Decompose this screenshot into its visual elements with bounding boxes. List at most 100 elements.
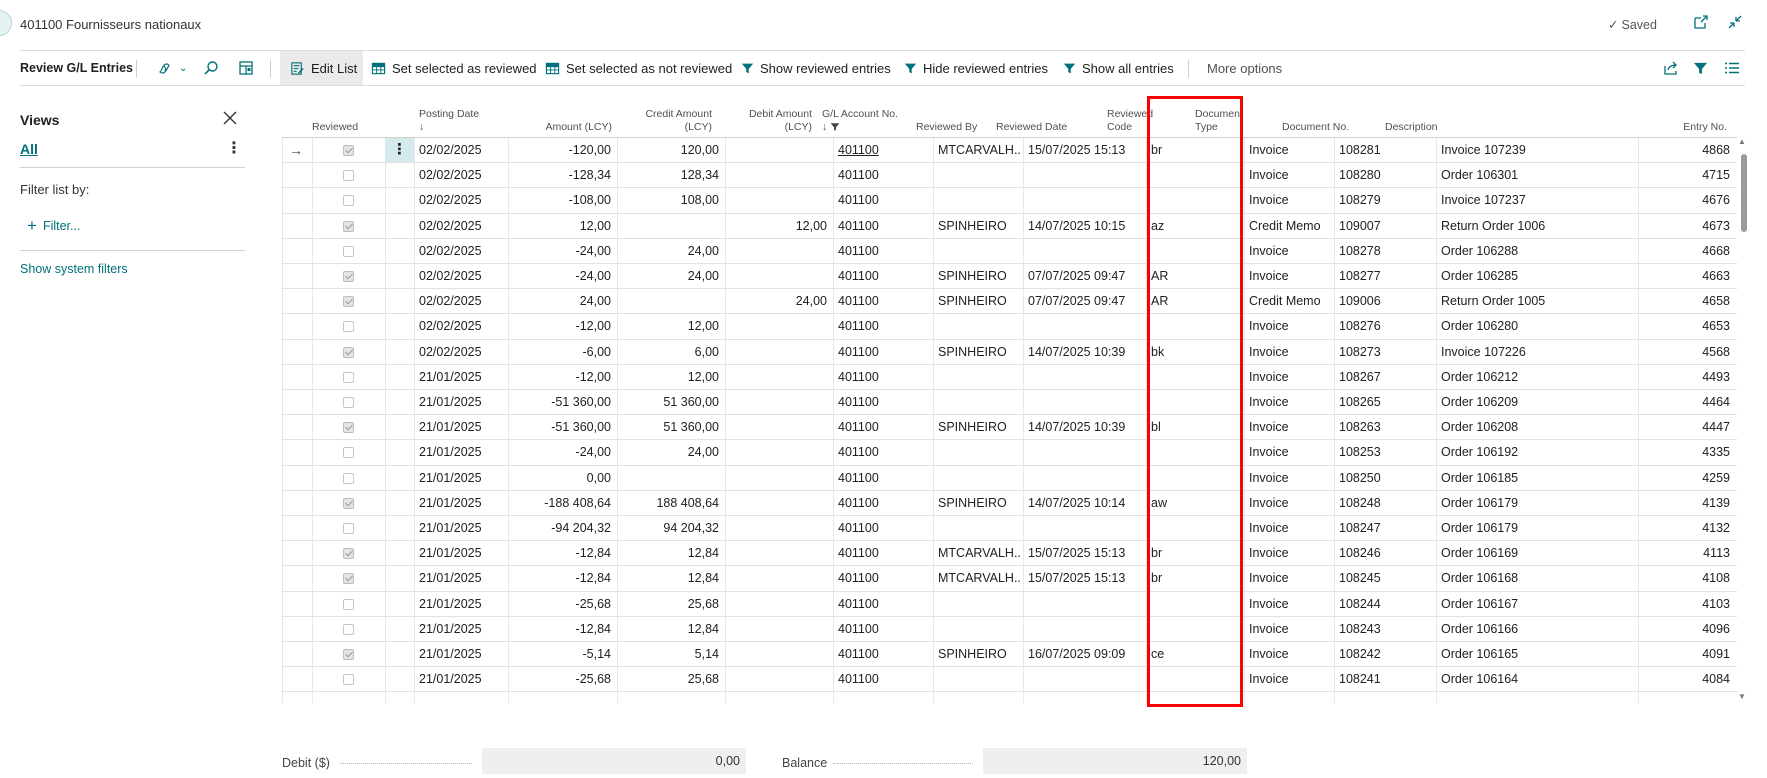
cell-reviewed-date[interactable] — [1028, 390, 1143, 415]
cell-description[interactable]: Return Order 1005 — [1441, 289, 1636, 314]
col-debit-amount[interactable]: Debit Amount (LCY) — [702, 94, 812, 138]
cell-credit-amount[interactable]: 12,84 — [617, 566, 719, 591]
cell-document-no[interactable]: 108250 — [1339, 466, 1434, 491]
cell-document-no[interactable]: 109006 — [1339, 289, 1434, 314]
cell-gl-account[interactable]: 401100 — [838, 592, 928, 617]
cell-description[interactable]: Invoice 107237 — [1441, 188, 1636, 213]
cell-amount[interactable]: -25,68 — [508, 592, 611, 617]
cell-credit-amount[interactable]: 51 360,00 — [617, 415, 719, 440]
cell-document-no[interactable]: 108245 — [1339, 566, 1434, 591]
show-all-entries-button[interactable]: Show all entries — [1063, 51, 1174, 85]
table-row[interactable]: 21/01/2025 0,00 401100 Invoice 108250 Order 1… — [282, 466, 1737, 491]
cell-entry-no[interactable]: 4113 — [1642, 541, 1730, 566]
col-reviewed[interactable]: Reviewed — [312, 94, 370, 138]
row-actions-icon[interactable]: ⋮ — [385, 138, 414, 163]
view-menu-icon[interactable]: ⋮ — [226, 138, 242, 158]
cell-reviewed-code[interactable]: aw — [1151, 491, 1241, 516]
reviewed-checkbox[interactable] — [343, 170, 354, 182]
cell-debit-amount[interactable] — [725, 239, 827, 264]
cell-document-no[interactable]: 108265 — [1339, 390, 1434, 415]
cell-reviewed-date[interactable]: 14/07/2025 10:39 — [1028, 340, 1143, 365]
cell-amount[interactable]: -12,00 — [508, 314, 611, 339]
cell-gl-account[interactable]: 401100 — [838, 617, 928, 642]
add-filter-link[interactable]: + Filter... — [27, 216, 80, 236]
set-selected-not-reviewed-button[interactable]: Set selected as not reviewed — [545, 51, 732, 85]
cell-reviewed-code[interactable] — [1151, 440, 1241, 465]
cell-amount[interactable]: -51 360,00 — [508, 415, 611, 440]
cell-credit-amount[interactable]: 94 204,32 — [617, 516, 719, 541]
cell-credit-amount[interactable]: 25,68 — [617, 592, 719, 617]
cell-credit-amount[interactable] — [617, 214, 719, 239]
cell-posting-date[interactable]: 02/02/2025 — [419, 340, 504, 365]
table-row[interactable]: 21/01/2025 -12,84 12,84 401100 MTCARVALH... 1… — [282, 566, 1737, 592]
cell-reviewed-by[interactable] — [938, 239, 1020, 264]
cell-credit-amount[interactable]: 24,00 — [617, 264, 719, 289]
cell-amount[interactable]: -5,14 — [508, 642, 612, 667]
cell-document-type[interactable]: Invoice — [1249, 365, 1333, 390]
cell-credit-amount[interactable]: 51 360,00 — [617, 390, 719, 415]
app-avatar-circle[interactable] — [0, 10, 12, 36]
cell-document-type[interactable]: Credit Memo — [1249, 289, 1333, 314]
cell-debit-amount[interactable] — [725, 365, 827, 390]
cell-reviewed-by[interactable]: SPINHEIRO — [938, 289, 1020, 314]
cell-reviewed-by[interactable] — [938, 516, 1020, 541]
cell-reviewed-by[interactable] — [938, 390, 1020, 415]
cell-posting-date[interactable]: 21/01/2025 — [419, 592, 504, 617]
table-row[interactable]: 21/01/2025 -24,00 24,00 401100 Invoice 108253… — [282, 440, 1737, 466]
cell-entry-no[interactable]: 4663 — [1642, 264, 1730, 289]
close-views-icon[interactable] — [222, 110, 238, 126]
table-row[interactable]: 21/01/2025 -5,14 5,14 401100 SPINHEIRO 16/07/… — [282, 642, 1737, 668]
col-reviewed-code[interactable]: Reviewed Code — [1107, 94, 1182, 138]
cell-debit-amount[interactable] — [725, 617, 827, 642]
reviewed-checkbox[interactable] — [343, 245, 354, 257]
cell-reviewed-by[interactable]: SPINHEIRO — [938, 491, 1020, 516]
cell-description[interactable]: Order 106185 — [1441, 466, 1636, 491]
cell-credit-amount[interactable]: 25,68 — [617, 667, 719, 692]
personalize-button[interactable] — [238, 51, 254, 85]
cell-credit-amount[interactable]: 128,34 — [617, 163, 719, 188]
cell-document-no[interactable]: 108248 — [1339, 491, 1434, 516]
cell-description[interactable]: Order 106212 — [1441, 365, 1636, 390]
cell-entry-no[interactable]: 4676 — [1642, 188, 1730, 213]
cell-document-type[interactable]: Invoice — [1249, 390, 1333, 415]
cell-reviewed-code[interactable]: az — [1151, 214, 1241, 239]
cell-reviewed-by[interactable]: SPINHEIRO — [938, 214, 1020, 239]
col-description[interactable]: Description — [1385, 94, 1495, 138]
cell-description[interactable]: Order 106165 — [1441, 642, 1636, 667]
cell-description[interactable]: Order 106179 — [1441, 491, 1636, 516]
cell-posting-date[interactable]: 21/01/2025 — [419, 415, 504, 440]
cell-reviewed-date[interactable] — [1028, 667, 1143, 692]
cell-debit-amount[interactable] — [725, 390, 827, 415]
cell-entry-no[interactable]: 4658 — [1642, 289, 1730, 314]
cell-amount[interactable]: -24,00 — [508, 264, 611, 289]
cell-entry-no[interactable]: 4673 — [1642, 214, 1730, 239]
table-row[interactable]: 02/02/2025 -128,34 128,34 401100 Invoice 1082… — [282, 163, 1737, 189]
cell-gl-account[interactable]: 401100 — [838, 340, 928, 365]
cell-gl-account[interactable]: 401100 — [838, 415, 928, 440]
table-row[interactable]: 21/01/2025 -12,84 12,84 401100 Invoice 108243… — [282, 617, 1737, 642]
cell-description[interactable]: Return Order 1006 — [1441, 214, 1636, 239]
cell-reviewed-date[interactable] — [1028, 188, 1143, 213]
cell-reviewed-date[interactable]: 14/07/2025 10:39 — [1028, 415, 1143, 440]
cell-reviewed-code[interactable] — [1151, 516, 1241, 541]
table-row[interactable]: 02/02/2025 24,00 24,00 401100 SPINHEIRO 07/07… — [282, 289, 1737, 315]
cell-debit-amount[interactable] — [725, 642, 827, 667]
cell-reviewed-date[interactable]: 16/07/2025 09:09 — [1028, 642, 1143, 667]
col-reviewed-by[interactable]: Reviewed By — [916, 94, 996, 138]
cell-gl-account[interactable]: 401100 — [838, 163, 928, 188]
cell-description[interactable]: Order 106164 — [1441, 667, 1636, 692]
cell-description[interactable]: Order 106166 — [1441, 617, 1636, 642]
reviewed-checkbox[interactable] — [343, 598, 354, 610]
cell-amount[interactable]: -120,00 — [508, 138, 611, 163]
cell-entry-no[interactable]: 4096 — [1642, 617, 1730, 642]
cell-amount[interactable]: 0,00 — [508, 466, 611, 491]
cell-gl-account[interactable]: 401100 — [838, 516, 928, 541]
cell-document-type[interactable]: Invoice — [1249, 314, 1333, 339]
cell-reviewed-date[interactable]: 07/07/2025 09:47 — [1028, 289, 1143, 314]
table-row[interactable]: 02/02/2025 -6,00 6,00 401100 SPINHEIRO 14/07/… — [282, 340, 1737, 365]
cell-document-no[interactable]: 108244 — [1339, 592, 1434, 617]
reviewed-checkbox[interactable] — [343, 145, 354, 156]
table-row[interactable]: → ⋮ 02/02/2025 -120,00 120,00 401100 MTCARVALH… — [282, 138, 1737, 164]
cell-reviewed-by[interactable]: SPINHEIRO — [938, 340, 1020, 365]
cell-amount[interactable]: 12,00 — [508, 214, 611, 239]
